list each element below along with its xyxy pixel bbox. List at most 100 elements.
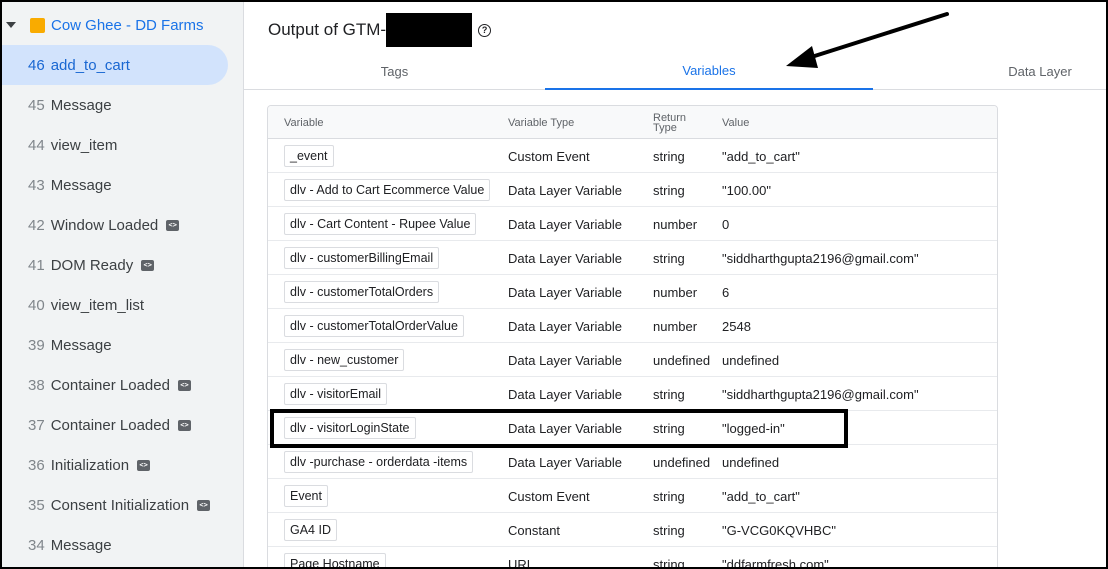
container-row[interactable]: Cow Ghee - DD Farms	[2, 12, 204, 38]
table-row[interactable]: dlv - customerTotalOrders Data Layer Vari…	[268, 275, 997, 309]
variable-name-chip[interactable]: dlv - customerTotalOrderValue	[284, 315, 464, 337]
variable-type-cell: Custom Event	[508, 488, 590, 504]
return-type-cell: number	[653, 318, 698, 334]
variable-type-cell: Data Layer Variable	[508, 182, 622, 198]
value-cell: 0	[722, 216, 730, 232]
variable-type-cell: URL	[508, 556, 535, 569]
event-number: 43	[28, 176, 45, 194]
code-tag-icon: <>	[177, 419, 191, 431]
event-item[interactable]: 41 DOM Ready <>	[2, 245, 243, 285]
event-item[interactable]: 34 Message	[2, 525, 243, 565]
caret-down-icon[interactable]	[6, 22, 16, 28]
event-number: 37	[28, 416, 45, 434]
table-row[interactable]: dlv - new_customer Data Layer Variable und…	[268, 343, 997, 377]
header-return-type: Return Type	[653, 106, 686, 139]
variable-type-cell: Data Layer Variable	[508, 454, 622, 470]
event-label: Consent Initialization	[50, 496, 190, 514]
value-cell: 2548	[722, 318, 751, 334]
table-row[interactable]: dlv - Add to Cart Ecommerce Value Data La…	[268, 173, 997, 207]
value-cell: "siddharthgupta2196@gmail.com"	[722, 386, 919, 402]
event-label: Container Loaded	[50, 416, 170, 434]
table-header: Variable Variable Type Return Type Value	[268, 106, 997, 139]
variable-name-chip[interactable]: dlv - customerTotalOrders	[284, 281, 440, 303]
header-variable-type: Variable Type	[508, 116, 575, 129]
variable-cell: dlv - visitorEmail	[284, 377, 387, 411]
variable-cell: dlv - new_customer	[284, 343, 405, 377]
value-cell: "add_to_cart"	[722, 148, 800, 164]
return-type-cell: undefined	[653, 352, 711, 368]
code-tag-icon: <>	[141, 259, 155, 271]
event-label: add_to_cart	[50, 56, 130, 74]
event-number: 40	[28, 296, 45, 314]
variable-type-cell: Data Layer Variable	[508, 250, 622, 266]
variable-name-chip[interactable]: dlv - Add to Cart Ecommerce Value	[284, 179, 491, 201]
event-item[interactable]: 37 Container Loaded <>	[2, 405, 243, 445]
variable-name-chip[interactable]: dlv -purchase - orderdata -items	[284, 451, 474, 473]
event-label: view_item_list	[50, 296, 145, 314]
variable-type-cell: Data Layer Variable	[508, 386, 622, 402]
variable-name-chip[interactable]: _event	[284, 145, 334, 167]
event-label: DOM Ready	[50, 256, 134, 274]
header-return-type-line1: Return	[653, 111, 687, 124]
event-item[interactable]: 40 view_item_list	[2, 285, 243, 325]
table-row[interactable]: Event Custom Event string "add_to_cart"	[268, 479, 997, 513]
event-number: 36	[28, 456, 45, 474]
variable-name-chip[interactable]: GA4 ID	[284, 519, 337, 541]
event-item[interactable]: 45 Message	[2, 85, 243, 125]
event-number: 42	[28, 216, 45, 234]
event-label: Message	[50, 176, 112, 194]
variable-name-chip[interactable]: Page Hostname	[284, 553, 386, 567]
table-row[interactable]: dlv - visitorEmail Data Layer Variable str…	[268, 377, 997, 411]
help-icon[interactable]: ?	[478, 23, 492, 37]
value-cell: "100.00"	[722, 182, 771, 198]
event-item[interactable]: 39 Message	[2, 325, 243, 365]
event-number: 34	[28, 536, 45, 554]
tab-data-layer[interactable]: Data Layer	[985, 52, 1095, 90]
variable-cell: dlv - Cart Content - Rupee Value	[284, 207, 477, 241]
table-row[interactable]: dlv -purchase - orderdata -items Data Lay…	[268, 445, 997, 479]
table-row[interactable]: Page Hostname URL string "ddfarmfresh.com"	[268, 547, 997, 569]
value-cell: 6	[722, 284, 730, 300]
variable-name-chip[interactable]: Event	[284, 485, 328, 507]
event-number: 41	[28, 256, 45, 274]
code-tag-icon: <>	[166, 219, 180, 231]
event-item[interactable]: 46 add_to_cart	[2, 45, 228, 85]
variable-name-chip[interactable]: dlv - Cart Content - Rupee Value	[284, 213, 477, 235]
return-type-cell: number	[653, 216, 698, 232]
variable-cell: Page Hostname	[284, 547, 386, 567]
return-type-cell: string	[653, 488, 685, 504]
variable-cell: dlv - Add to Cart Ecommerce Value	[284, 173, 491, 207]
event-item[interactable]: 35 Consent Initialization <>	[2, 485, 243, 525]
event-item[interactable]: 44 view_item	[2, 125, 243, 165]
event-label: Container Loaded	[50, 376, 170, 394]
event-label: Initialization	[50, 456, 130, 474]
tab-tags[interactable]: Tags	[244, 52, 545, 90]
variable-name-chip[interactable]: dlv - new_customer	[284, 349, 405, 371]
value-cell: "G-VCG0KQVHBC"	[722, 522, 836, 538]
variable-name-chip[interactable]: dlv - visitorEmail	[284, 383, 387, 405]
annotation-highlight-box	[270, 409, 848, 448]
event-label: Window Loaded	[50, 216, 159, 234]
table-row[interactable]: dlv - customerTotalOrderValue Data Layer …	[268, 309, 997, 343]
table-row[interactable]: dlv - customerBillingEmail Data Layer Var…	[268, 241, 997, 275]
event-list: 46 add_to_cart 45 Message 44 view_item 43 Messa…	[2, 45, 243, 565]
return-type-cell: string	[653, 148, 685, 164]
event-item[interactable]: 43 Message	[2, 165, 243, 205]
return-type-cell: string	[653, 182, 685, 198]
container-icon	[30, 17, 45, 33]
variable-cell: Event	[284, 479, 328, 513]
variable-cell: dlv - customerTotalOrderValue	[284, 309, 464, 343]
screenshot-frame: Cow Ghee - DD Farms 46 add_to_cart 45 Messa…	[0, 0, 1108, 569]
table-row[interactable]: dlv - Cart Content - Rupee Value Data Lay…	[268, 207, 997, 241]
event-item[interactable]: 42 Window Loaded <>	[2, 205, 243, 245]
event-item[interactable]: 36 Initialization <>	[2, 445, 243, 485]
variable-name-chip[interactable]: dlv - customerBillingEmail	[284, 247, 440, 269]
return-type-cell: number	[653, 284, 698, 300]
table-row[interactable]: _event Custom Event string "add_to_cart"	[268, 139, 997, 173]
table-row[interactable]: GA4 ID Constant string "G-VCG0KQVHBC"	[268, 513, 997, 547]
variable-cell: dlv - customerBillingEmail	[284, 241, 440, 275]
code-tag-icon: <>	[137, 459, 151, 471]
event-item[interactable]: 38 Container Loaded <>	[2, 365, 243, 405]
value-cell: undefined	[722, 352, 780, 368]
tab-bar: Tags Variables Data Layer	[244, 52, 1106, 90]
